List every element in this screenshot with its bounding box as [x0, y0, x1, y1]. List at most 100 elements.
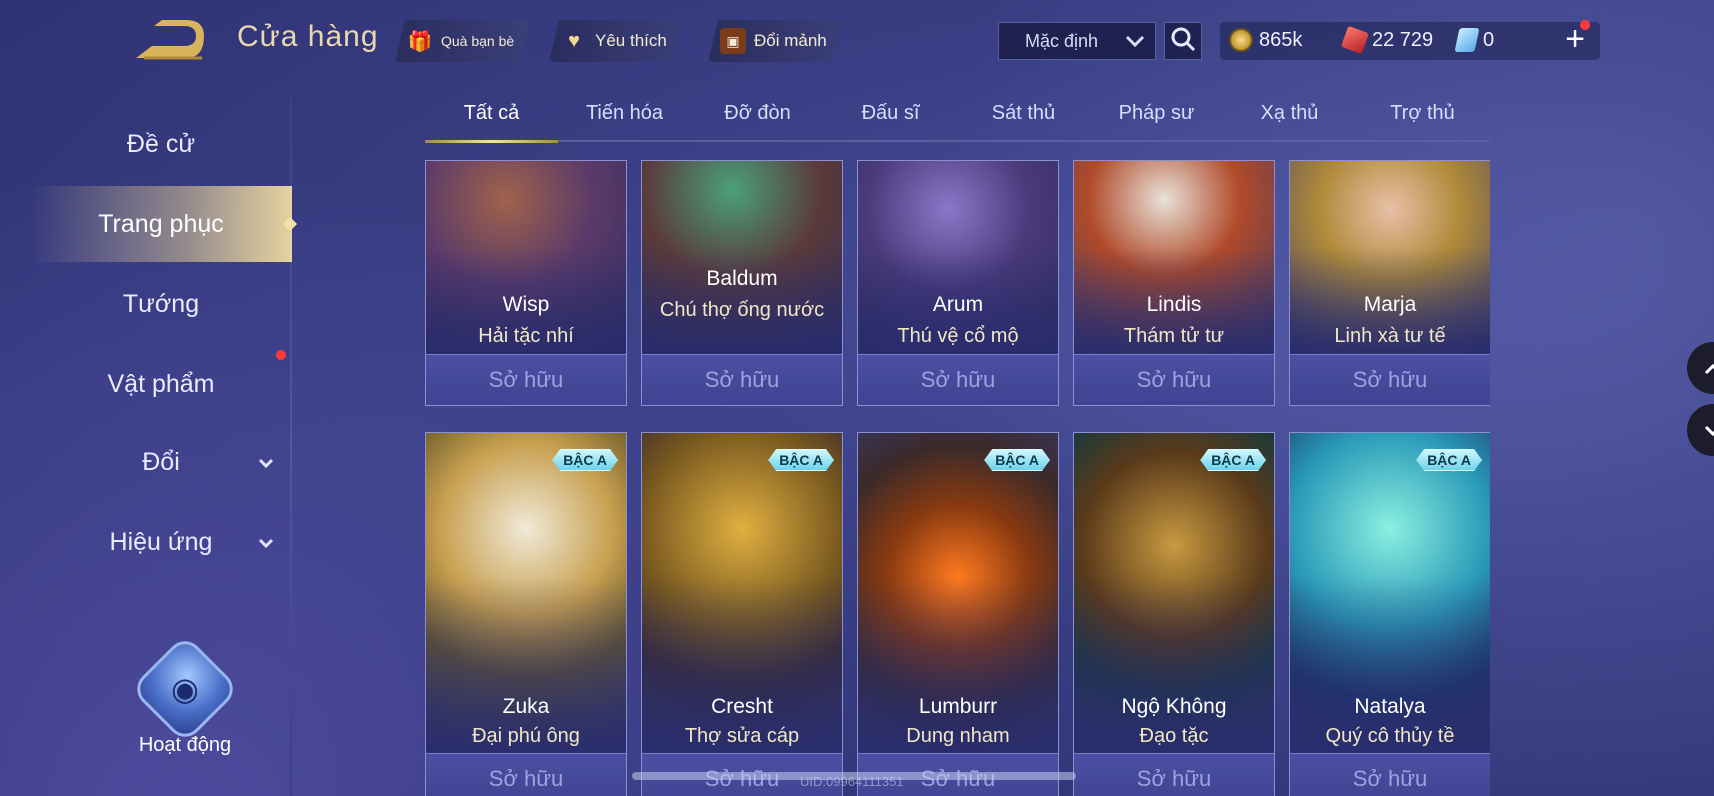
sidebar-item-label: Trang phục [98, 209, 224, 238]
skin-card[interactable]: BẬC A Zuka Đại phú ông Sở hữu [425, 432, 627, 796]
hero-name: Ngộ Không [1121, 695, 1227, 718]
skin-card[interactable]: Marja Linh xà tư tế Sở hữu [1289, 160, 1490, 406]
category-tabs: Tất cả Tiến hóa Đỡ đòn Đấu sĩ Sát thủ Ph… [425, 96, 1490, 143]
tab-evolution[interactable]: Tiến hóa [558, 96, 691, 140]
sidebar-item-exchange[interactable]: Đổi [30, 424, 292, 500]
skin-art: Arum Thú vệ cổ mộ [858, 161, 1058, 354]
skin-card[interactable]: Arum Thú vệ cổ mộ Sở hữu [857, 160, 1059, 406]
skin-art: BẬC A Natalya Quý cô thủy tề [1290, 433, 1490, 753]
gem-amount: 0 [1483, 28, 1495, 51]
activity-emblem-icon: ◉ [129, 633, 241, 745]
skin-art: Wisp Hải tặc nhí [426, 161, 626, 354]
chevron-down-icon [258, 452, 274, 473]
owned-label: Sở hữu [1290, 354, 1490, 405]
gold-coin-icon [1229, 28, 1253, 52]
hero-name: Baldum [706, 267, 778, 290]
skin-name: Đại phú ông [472, 725, 580, 747]
skin-grid: Wisp Hải tặc nhí Sở hữu Baldum Chú thợ ố… [425, 160, 1490, 796]
rank-badge: BẬC A [1416, 449, 1482, 471]
hero-name: Cresht [711, 695, 773, 718]
owned-label: Sở hữu [858, 354, 1058, 405]
skin-card[interactable]: BẬC A Natalya Quý cô thủy tề Sở hữu [1289, 432, 1490, 796]
items-notification-dot [276, 350, 286, 360]
rank-badge: BẬC A [984, 449, 1050, 471]
notification-dot [1580, 20, 1590, 30]
skin-art: Lindis Thám tử tư [1074, 161, 1274, 354]
hero-name: Zuka [502, 695, 550, 718]
sidebar-item-label: Vật phẩm [107, 369, 215, 398]
skin-name: Thám tử tư [1123, 325, 1225, 347]
sidebar-item-heroes[interactable]: Tướng [30, 266, 292, 342]
skin-art: BẬC A Ngộ Không Đạo tặc [1074, 433, 1274, 753]
exchange-fragment-button[interactable]: ▣ Đổi mảnh [708, 20, 843, 62]
skin-card[interactable]: BẬC A Ngộ Không Đạo tặc Sở hữu [1073, 432, 1275, 796]
skin-art: BẬC A Lumburr Dung nham [858, 433, 1058, 753]
skin-name: Thợ sửa cáp [684, 725, 800, 747]
heart-icon: ♥ [568, 29, 580, 52]
activity-label: Hoạt động [138, 734, 232, 756]
chevron-down-icon [1704, 416, 1714, 444]
sort-label: Mặc định [1025, 30, 1099, 51]
tab-marksman[interactable]: Xạ thủ [1223, 96, 1356, 140]
search-button[interactable] [1164, 22, 1202, 60]
skin-card[interactable]: BẬC A Lumburr Dung nham Sở hữu [857, 432, 1059, 796]
owned-label: Sở hữu [642, 354, 842, 405]
treasure-chest-icon: ▣ [720, 28, 746, 54]
skin-name: Quý cô thủy tề [1325, 725, 1455, 747]
friend-gift-label: Quà bạn bè [441, 33, 515, 49]
search-icon [1170, 26, 1196, 57]
skin-card[interactable]: Baldum Chú thợ ống nước Sở hữu [641, 160, 843, 406]
tab-tank[interactable]: Đỡ đòn [691, 96, 824, 140]
favorite-button[interactable]: ♥ Yêu thích [549, 20, 683, 62]
scroll-down-button[interactable] [1687, 404, 1714, 456]
owned-label: Sở hữu [426, 753, 626, 796]
skin-art: Baldum Chú thợ ống nước [642, 161, 842, 354]
skin-name: Thú vệ cổ mộ [897, 325, 1019, 347]
hero-name: Lumburr [918, 695, 998, 718]
skin-card[interactable]: BẬC A Cresht Thợ sửa cáp Sở hữu [641, 432, 843, 796]
skin-name: Linh xà tư tế [1334, 325, 1446, 347]
sort-dropdown[interactable]: Mặc định [998, 22, 1156, 60]
scroll-up-button[interactable] [1687, 342, 1714, 394]
sidebar-item-label: Hiệu ứng [109, 527, 213, 556]
sidebar-item-items[interactable]: Vật phẩm [30, 346, 292, 422]
skin-art: BẬC A Cresht Thợ sửa cáp [642, 433, 842, 753]
skin-art: BẬC A Zuka Đại phú ông [426, 433, 626, 753]
page-title: Cửa hàng [237, 20, 379, 53]
gift-icon: 🎁 [407, 30, 433, 53]
rank-badge: BẬC A [768, 449, 834, 471]
chevron-up-icon [1704, 354, 1714, 382]
voucher-icon [1340, 25, 1370, 55]
coin-balance: 865k [1229, 22, 1302, 58]
activity-button[interactable]: ◉ Hoạt động [120, 633, 250, 760]
sidebar-item-label: Đổi [142, 447, 180, 476]
sidebar-item-effects[interactable]: Hiệu ứng [30, 504, 292, 580]
exchange-fragment-label: Đổi mảnh [754, 31, 827, 50]
rank-badge: BẬC A [1200, 449, 1266, 471]
skin-name: Chú thợ ống nước [659, 299, 825, 321]
rank-badge: BẬC A [552, 449, 618, 471]
user-id-watermark: UID:09964111351 [800, 774, 904, 789]
voucher-balance: 22 729 [1340, 22, 1433, 58]
gem-icon [1454, 28, 1480, 52]
hero-name: Lindis [1146, 293, 1202, 316]
chevron-down-icon [1125, 31, 1145, 52]
tab-assassin[interactable]: Sát thủ [957, 96, 1090, 140]
skin-art: Marja Linh xà tư tế [1290, 161, 1490, 354]
sidebar-item-label: Tướng [122, 289, 200, 318]
owned-label: Sở hữu [1074, 753, 1274, 796]
tab-all[interactable]: Tất cả [425, 96, 558, 143]
tab-support[interactable]: Trợ thủ [1356, 96, 1489, 140]
skin-card[interactable]: Lindis Thám tử tư Sở hữu [1073, 160, 1275, 406]
back-icon[interactable] [132, 18, 208, 62]
hero-name: Marja [1363, 293, 1417, 316]
gem-balance: 0 [1454, 22, 1495, 58]
tab-mage[interactable]: Pháp sư [1090, 96, 1223, 140]
top-bar: Cửa hàng 🎁 Quà bạn bè ♥ Yêu thích ▣ Đổi … [0, 0, 1714, 84]
sidebar-item-skins[interactable]: Trang phục [30, 186, 292, 262]
skin-name: Dung nham [906, 725, 1010, 747]
skin-card[interactable]: Wisp Hải tặc nhí Sở hữu [425, 160, 627, 406]
sidebar-item-recommended[interactable]: Đề cử [30, 106, 292, 182]
tab-fighter[interactable]: Đấu sĩ [824, 96, 957, 140]
friend-gift-button[interactable]: 🎁 Quà bạn bè [395, 20, 530, 62]
